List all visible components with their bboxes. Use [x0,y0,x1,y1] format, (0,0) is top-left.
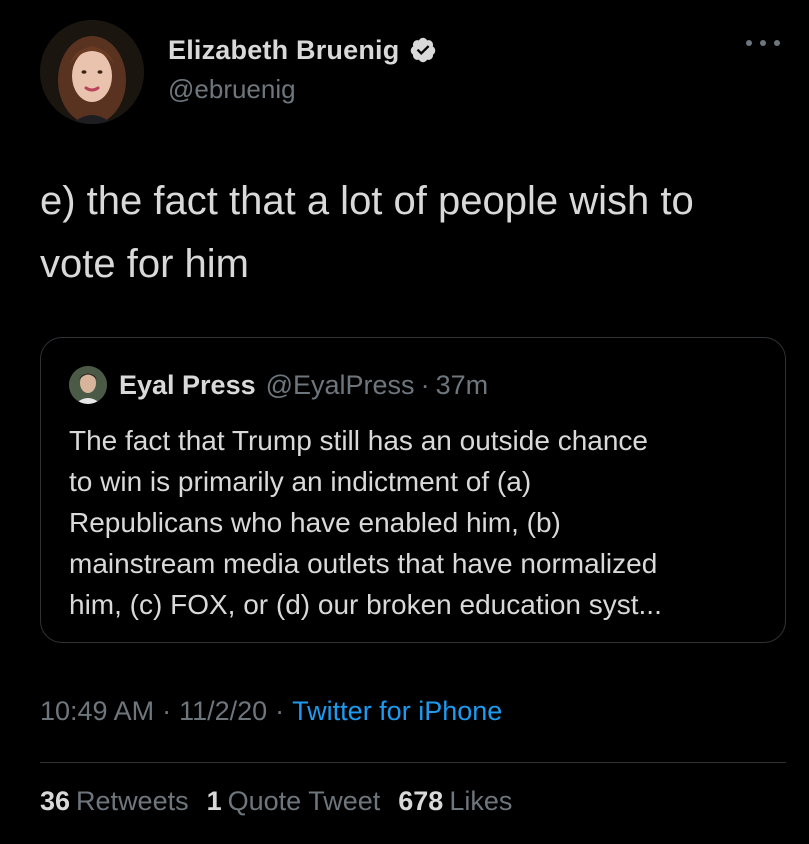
author-avatar-image [40,20,144,124]
quoted-text-line: him, (c) FOX, or (d) our broken educatio… [69,589,662,620]
tweet-stats: 36 Retweets 1 Quote Tweet 678 Likes [40,786,512,817]
tweet-header: Elizabeth Bruenig @ebruenig [40,20,780,124]
tweet-text: e) the fact that a lot of people wish to… [40,170,780,296]
more-dot [746,40,752,46]
retweets-label: Retweets [76,786,189,816]
tweet-date[interactable]: 11/2/20 [179,696,267,726]
author-display-name[interactable]: Elizabeth Bruenig [168,35,399,66]
quoted-text-line: to win is primarily an indictment of (a) [69,466,532,497]
likes-stat[interactable]: 678 Likes [398,786,512,817]
quoted-timestamp: 37m [435,369,489,400]
more-dot [760,40,766,46]
retweets-stat[interactable]: 36 Retweets [40,786,189,817]
verified-badge-icon [411,37,436,63]
meta-separator: · [162,696,172,726]
meta-separator: · [275,696,285,726]
quoted-author-avatar-image [69,366,107,404]
more-dot [774,40,780,46]
quoted-text-line: Republicans who have enabled him, (b) [69,507,561,538]
quote-tweets-stat[interactable]: 1 Quote Tweet [207,786,381,817]
tweet-time[interactable]: 10:49 AM [40,696,154,726]
tweet-text-line: e) the fact that a lot of people wish to [40,179,694,223]
tweet-meta: 10:49 AM · 11/2/20 · Twitter for iPhone [40,696,502,727]
quotes-count: 1 [206,786,222,816]
quoted-author-handle: @EyalPress [265,369,415,400]
divider [40,762,786,763]
more-dots-icon[interactable] [746,40,780,50]
retweets-count: 36 [40,786,71,816]
author-info: Elizabeth Bruenig @ebruenig [168,32,437,105]
likes-count: 678 [398,786,444,816]
quoted-author-avatar [69,366,107,404]
quoted-tweet-header: Eyal Press @EyalPress · 37m [69,366,488,404]
display-name-row: Elizabeth Bruenig [168,32,437,68]
quoted-text-line: mainstream media outlets that have norma… [69,548,658,579]
quoted-tweet-card[interactable]: Eyal Press @EyalPress · 37m The fact tha… [40,337,786,643]
tweet-text-line: vote for him [40,242,249,286]
author-avatar[interactable] [40,20,144,124]
quoted-text-line: The fact that Trump still has an outside… [69,425,648,456]
quoted-separator: · [420,369,430,400]
author-handle[interactable]: @ebruenig [168,74,437,105]
quotes-label: Quote Tweet [227,786,381,816]
quoted-author-name: Eyal Press [119,369,256,400]
tweet-source-link[interactable]: Twitter for iPhone [292,696,502,726]
likes-label: Likes [449,786,513,816]
quoted-tweet-text: The fact that Trump still has an outside… [69,420,769,625]
